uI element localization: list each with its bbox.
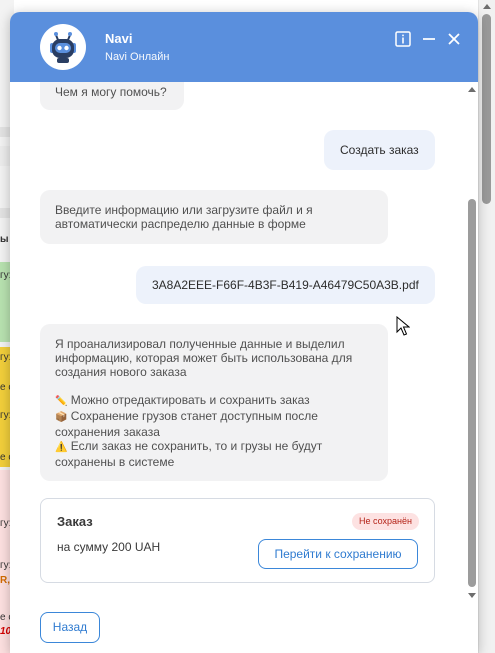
robot-icon: [50, 32, 76, 63]
order-card: Заказ Не сохранён на сумму 200 UAH Перей…: [40, 498, 435, 583]
message-text: информацию, которая может быть использов…: [55, 351, 353, 365]
message-text: создания нового заказа: [55, 365, 187, 379]
message-text: Можно отредактировать и сохранить заказ: [70, 393, 310, 407]
chat-title: Navi: [105, 31, 133, 46]
minimize-icon[interactable]: [420, 30, 438, 48]
scroll-down-arrow-icon[interactable]: [468, 593, 476, 598]
message-text: сохранения заказа: [55, 425, 160, 439]
message-text: сохранены в системе: [55, 455, 175, 469]
chat-messages: Чем я могу помочь? Создать заказ Введите…: [10, 82, 478, 653]
message-text: Создать заказ: [340, 143, 419, 157]
bot-message: Введите информацию или загрузите файл и …: [40, 190, 388, 244]
bot-message: Чем я могу помочь?: [40, 82, 184, 110]
chat-scrollbar[interactable]: [466, 82, 478, 612]
status-badge: Не сохранён: [352, 513, 419, 530]
chat-subtitle: Navi Онлайн: [105, 51, 170, 63]
warning-icon: ⚠️: [55, 442, 68, 453]
page-scrollbar[interactable]: [478, 0, 495, 653]
message-text: Если заказ не сохранить, то и грузы не б…: [70, 439, 323, 453]
pencil-icon: ✏️: [55, 396, 68, 407]
order-title: Заказ: [57, 514, 93, 529]
message-text: Введите информацию или загрузите файл и …: [55, 203, 313, 217]
close-icon[interactable]: [445, 30, 463, 48]
chat-header: Navi Navi Онлайн: [10, 12, 478, 82]
page-scroll-thumb[interactable]: [482, 14, 491, 204]
message-text: Я проанализировал полученные данные и вы…: [55, 337, 345, 351]
file-name: 3A8A2EEE-F66F-4B3F-B419-A46479C50A3B.pdf: [152, 278, 419, 292]
mouse-cursor-icon: [396, 316, 410, 336]
info-icon[interactable]: [394, 30, 412, 48]
scroll-up-arrow-icon[interactable]: [483, 4, 491, 9]
bot-avatar: [40, 24, 86, 70]
scroll-up-arrow-icon[interactable]: [468, 87, 476, 92]
message-text: Сохранение грузов станет доступным после: [70, 409, 318, 423]
message-text: автоматически распределю данные в форме: [55, 217, 306, 231]
user-message: Создать заказ: [324, 130, 435, 170]
package-icon: 📦: [55, 412, 68, 423]
user-file-message[interactable]: 3A8A2EEE-F66F-4B3F-B419-A46479C50A3B.pdf: [136, 266, 435, 304]
message-text: Чем я могу помочь?: [55, 85, 167, 99]
bg-fragment: ы: [0, 234, 9, 245]
go-to-save-button[interactable]: Перейти к сохранению: [258, 539, 418, 569]
bot-analysis-message: Я проанализировал полученные данные и вы…: [40, 324, 388, 481]
order-sum: на сумму 200 UAH: [57, 540, 161, 554]
chat-scroll-thumb[interactable]: [468, 199, 476, 587]
bg-fragment: R,: [0, 575, 10, 586]
back-button[interactable]: Назад: [40, 612, 100, 643]
